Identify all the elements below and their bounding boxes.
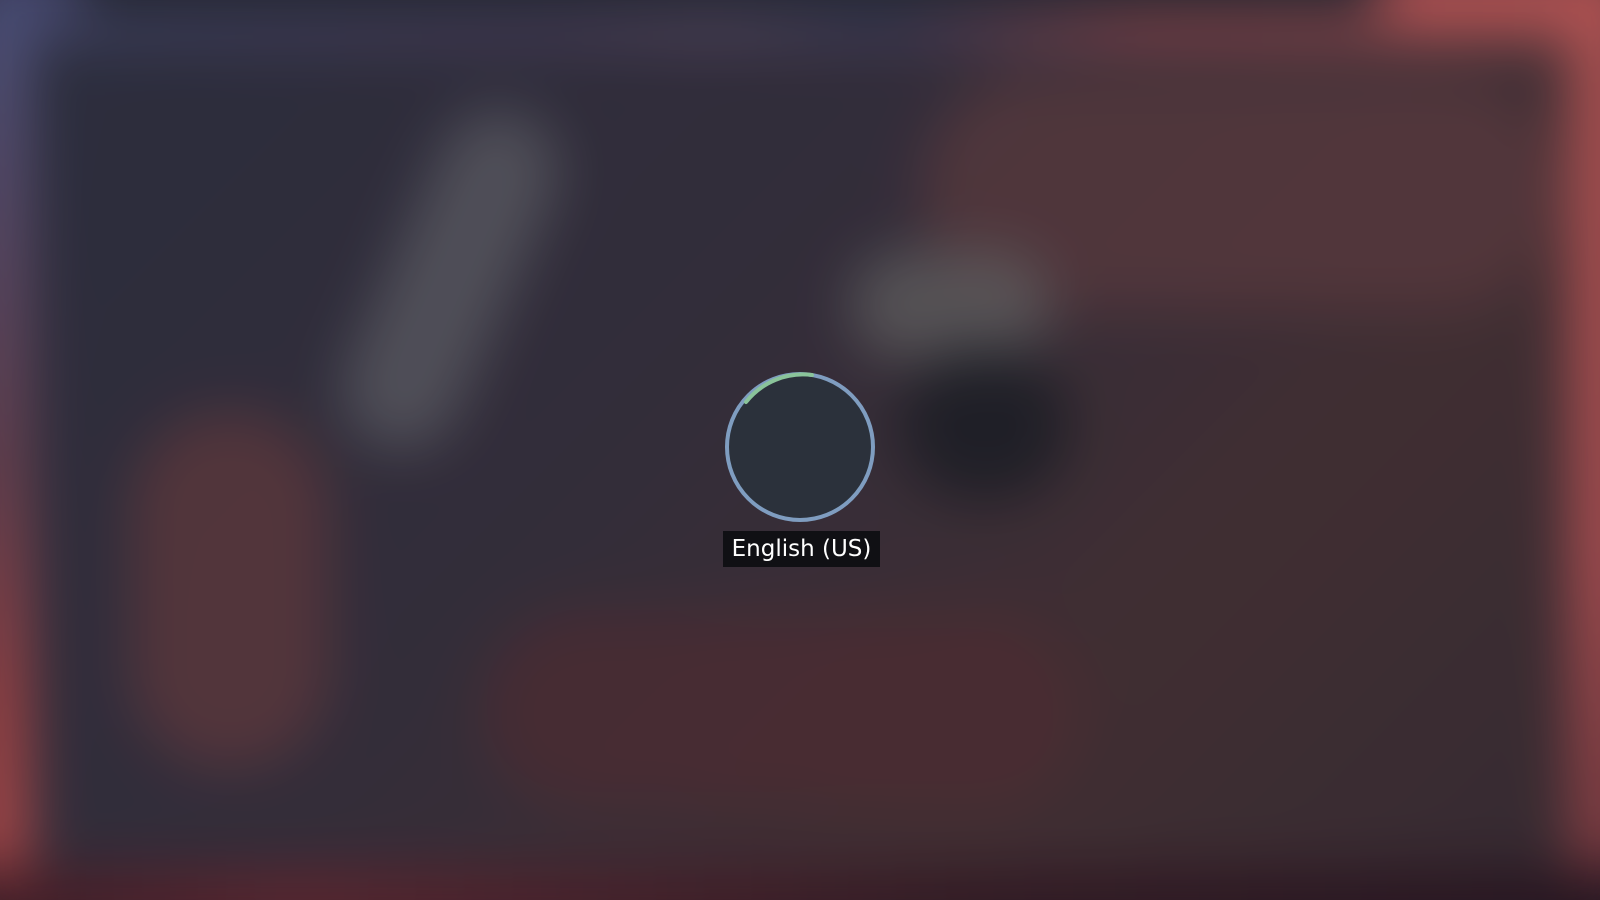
keyboard-layout-osd	[724, 371, 876, 523]
keyboard-layout-label: English (US)	[723, 531, 880, 567]
desktop-screen: English (US)	[0, 0, 1600, 900]
keyboard-layout-ring-icon	[725, 372, 875, 522]
